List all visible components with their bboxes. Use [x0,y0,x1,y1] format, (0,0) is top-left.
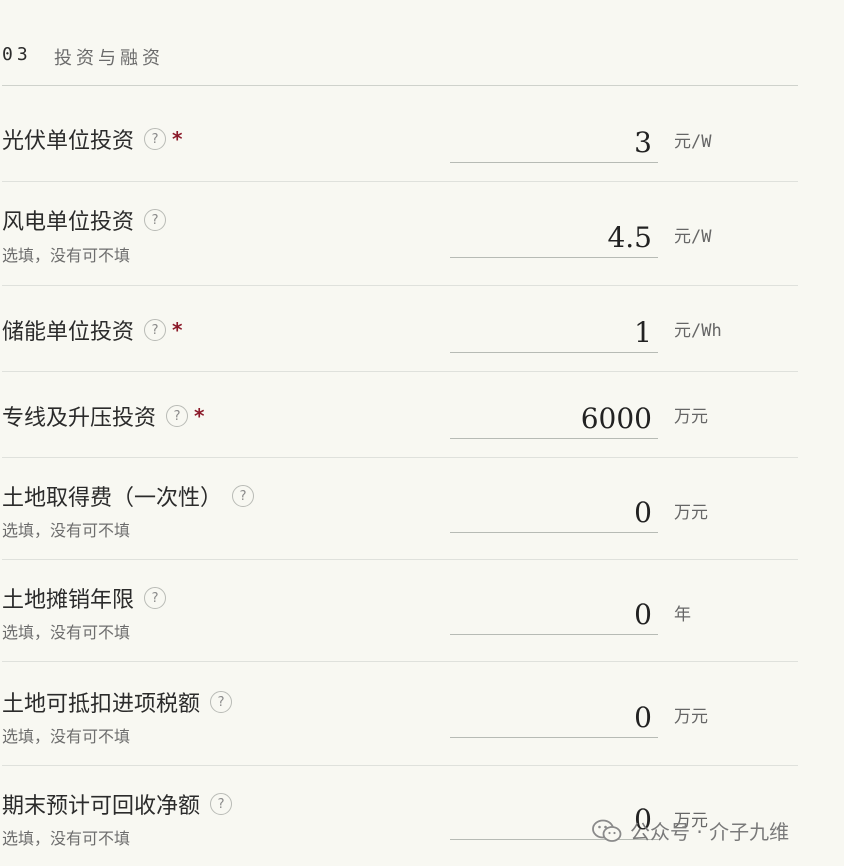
help-icon[interactable]: ? [144,587,167,609]
land-amortization-input[interactable] [450,595,658,635]
land-deductible-tax-input[interactable] [450,698,658,738]
optional-hint: 选填，没有可不填 [2,246,131,265]
optional-hint: 选填，没有可不填 [2,521,131,540]
wind-investment-input[interactable] [450,218,658,258]
optional-hint: 选填，没有可不填 [2,623,131,642]
unit-label: 万元 [674,707,708,727]
help-icon[interactable]: ? [144,209,167,231]
help-icon[interactable]: ? [232,485,255,507]
form-row-land-amortization: 土地摊销年限 ? 选填，没有可不填 年 [2,560,798,662]
investment-financing-form: 03 投资与融资 光伏单位投资 ? * 元/W 风电单位投资 ? 选填，没有可不… [0,0,844,866]
line-boost-investment-input[interactable] [450,399,658,439]
unit-label: 年 [674,605,691,625]
section-title: 投资与融资 [54,48,164,69]
unit-label: 元/W [674,132,712,152]
form-row-pv-investment: 光伏单位投资 ? * 元/W [2,87,798,182]
section-header: 03 投资与融资 [2,40,798,86]
watermark-text: 公众号 · 介子九维 [630,820,790,844]
unit-label: 元/Wh [674,321,722,341]
field-label: 储能单位投资 [2,320,135,345]
required-mark: * [172,127,183,151]
help-icon[interactable]: ? [166,405,189,427]
watermark: 公众号 · 介子九维 [592,816,789,845]
optional-hint: 选填，没有可不填 [2,829,131,848]
field-label: 专线及升压投资 [2,406,157,431]
help-icon[interactable]: ? [144,128,167,150]
field-label: 光伏单位投资 [2,129,135,154]
field-label: 土地取得费（一次性） [2,486,223,511]
wechat-icon [592,819,622,842]
required-mark: * [172,318,183,342]
help-icon[interactable]: ? [210,691,233,713]
help-icon[interactable]: ? [210,793,233,815]
form-row-land-deductible-tax: 土地可抵扣进项税额 ? 选填，没有可不填 万元 [2,662,798,766]
field-label: 土地摊销年限 [2,588,135,613]
form-row-storage-investment: 储能单位投资 ? * 元/Wh [2,286,798,372]
unit-label: 元/W [674,227,712,247]
form-row-land-acquisition: 土地取得费（一次性） ? 选填，没有可不填 万元 [2,458,798,560]
required-mark: * [194,404,205,428]
help-icon[interactable]: ? [144,319,167,341]
field-label: 风电单位投资 [2,210,135,235]
unit-label: 万元 [674,407,708,427]
unit-label: 万元 [674,503,708,523]
pv-investment-input[interactable] [450,123,658,163]
field-label: 期末预计可回收净额 [2,794,201,819]
storage-investment-input[interactable] [450,313,658,353]
section-number: 03 [2,44,32,65]
field-label: 土地可抵扣进项税额 [2,692,201,717]
form-row-wind-investment: 风电单位投资 ? 选填，没有可不填 元/W [2,182,798,286]
form-row-line-boost-investment: 专线及升压投资 ? * 万元 [2,372,798,458]
optional-hint: 选填，没有可不填 [2,727,131,746]
land-acquisition-input[interactable] [450,493,658,533]
